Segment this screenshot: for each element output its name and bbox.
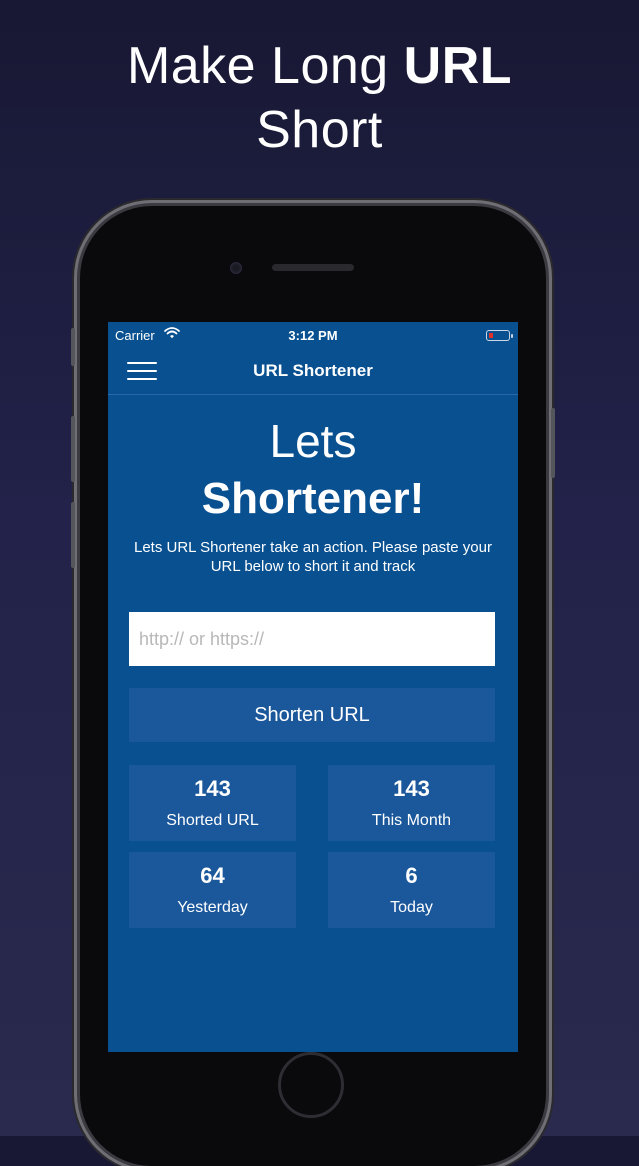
hero-title-line-2: Shortener! bbox=[201, 474, 425, 523]
nav-title: URL Shortener bbox=[253, 361, 373, 380]
phone-frame: Carrier 3:12 PM URL Shortener Lets Short… bbox=[71, 206, 555, 1166]
stat-card-today: 6 Today bbox=[328, 852, 495, 928]
hero-title-line-1: Lets bbox=[269, 415, 357, 467]
mute-switch bbox=[71, 328, 75, 366]
stat-card-this-month: 143 This Month bbox=[328, 765, 495, 841]
earpiece-speaker bbox=[272, 264, 354, 271]
hero-description: Lets URL Shortener take an action. Pleas… bbox=[134, 539, 492, 575]
stat-label: This Month bbox=[371, 812, 452, 829]
stat-value: 143 bbox=[393, 776, 430, 801]
app-screen: Carrier 3:12 PM URL Shortener Lets Short… bbox=[108, 322, 518, 1052]
stat-value: 143 bbox=[194, 776, 231, 801]
volume-up-button bbox=[71, 416, 75, 482]
battery-icon bbox=[486, 330, 513, 341]
stat-label: Today bbox=[390, 899, 433, 916]
status-bar: Carrier 3:12 PM bbox=[108, 322, 518, 348]
promo-headline: Make Long URL Short bbox=[0, 34, 639, 162]
stat-card-yesterday: 64 Yesterday bbox=[129, 852, 296, 928]
status-time: 3:12 PM bbox=[288, 328, 338, 343]
volume-down-button bbox=[71, 502, 75, 568]
nav-bar: URL Shortener bbox=[108, 348, 518, 395]
front-camera bbox=[230, 262, 242, 274]
stat-value: 6 bbox=[405, 863, 418, 888]
stat-label: Shorted URL bbox=[166, 812, 259, 829]
shorten-url-button[interactable]: Shorten URL bbox=[129, 688, 495, 742]
battery-level bbox=[489, 333, 493, 338]
stat-label: Yesterday bbox=[177, 899, 248, 916]
promo-line-2: Short bbox=[256, 101, 383, 159]
promo-line-1: Make Long URL bbox=[126, 37, 513, 95]
url-input[interactable] bbox=[129, 612, 495, 666]
stat-card-shorted-url: 143 Shorted URL bbox=[129, 765, 296, 841]
power-button bbox=[551, 408, 555, 478]
stat-value: 64 bbox=[200, 863, 225, 888]
home-button[interactable] bbox=[278, 1052, 344, 1118]
